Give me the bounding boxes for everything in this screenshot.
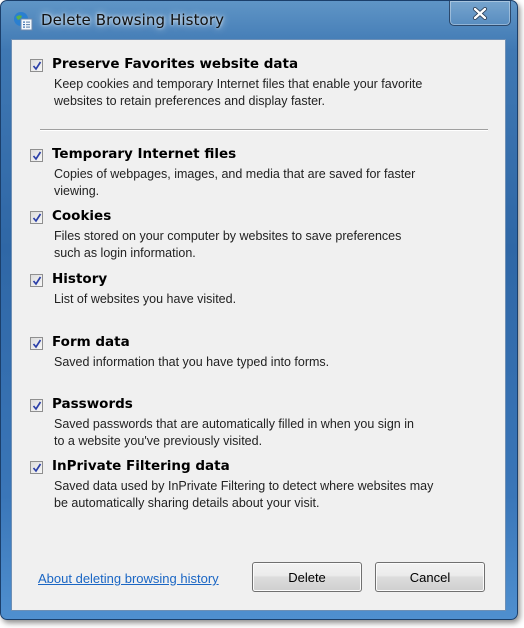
form-data-description: Saved information that you have typed in… xyxy=(54,354,484,371)
close-icon xyxy=(472,6,488,20)
preserve-favorites-description: Keep cookies and temporary Internet file… xyxy=(54,76,484,110)
passwords-label[interactable]: Passwords xyxy=(52,396,133,412)
title-bar[interactable]: Delete Browsing History xyxy=(1,1,517,39)
checkmark-icon xyxy=(32,463,42,473)
description-line: be automatically sharing details about y… xyxy=(54,496,320,510)
inprivate-filtering-data-description: Saved data used by InPrivate Filtering t… xyxy=(54,478,484,512)
separator xyxy=(40,129,488,131)
description-line: Keep cookies and temporary Internet file… xyxy=(54,77,423,91)
form-data-label[interactable]: Form data xyxy=(52,334,130,350)
temporary-internet-files-checkbox[interactable] xyxy=(30,149,43,162)
description-line: to a website you've previously visited. xyxy=(54,434,263,448)
checkmark-icon xyxy=(32,151,42,161)
passwords-description: Saved passwords that are automatically f… xyxy=(54,416,484,450)
checkmark-icon xyxy=(32,276,42,286)
checkmark-icon xyxy=(32,339,42,349)
history-label[interactable]: History xyxy=(52,271,107,287)
cookies-description: Files stored on your computer by website… xyxy=(54,228,484,262)
close-button[interactable] xyxy=(449,1,511,26)
window-title: Delete Browsing History xyxy=(41,11,225,29)
description-line: List of websites you have visited. xyxy=(54,292,237,306)
checkmark-icon xyxy=(32,401,42,411)
delete-button[interactable]: Delete xyxy=(252,562,362,592)
cookies-label[interactable]: Cookies xyxy=(52,208,111,224)
temporary-internet-files-label[interactable]: Temporary Internet files xyxy=(52,146,236,162)
about-deleting-history-link[interactable]: About deleting browsing history xyxy=(38,571,219,586)
cancel-button[interactable]: Cancel xyxy=(375,562,485,592)
inprivate-filtering-data-label[interactable]: InPrivate Filtering data xyxy=(52,458,230,474)
preserve-favorites-label[interactable]: Preserve Favorites website data xyxy=(52,56,298,72)
ie-delete-history-icon xyxy=(13,11,33,31)
checkmark-icon xyxy=(32,213,42,223)
temporary-internet-files-description: Copies of webpages, images, and media th… xyxy=(54,166,484,200)
description-line: Files stored on your computer by website… xyxy=(54,229,402,243)
delete-browsing-history-dialog: Delete Browsing History Preserve Favorit… xyxy=(0,0,518,620)
history-checkbox[interactable] xyxy=(30,274,43,287)
description-line: Copies of webpages, images, and media th… xyxy=(54,167,416,181)
preserve-favorites-checkbox[interactable] xyxy=(30,59,43,72)
cookies-checkbox[interactable] xyxy=(30,211,43,224)
checkmark-icon xyxy=(32,61,42,71)
description-line: websites to retain preferences and displ… xyxy=(54,94,325,108)
inprivate-filtering-data-checkbox[interactable] xyxy=(30,461,43,474)
description-line: Saved data used by InPrivate Filtering t… xyxy=(54,479,434,493)
description-line: Saved information that you have typed in… xyxy=(54,355,330,369)
passwords-checkbox[interactable] xyxy=(30,399,43,412)
description-line: such as login information. xyxy=(54,246,196,260)
form-data-checkbox[interactable] xyxy=(30,337,43,350)
description-line: viewing. xyxy=(54,184,100,198)
history-description: List of websites you have visited. xyxy=(54,291,484,308)
dialog-body: Preserve Favorites website data Keep cook… xyxy=(11,39,506,611)
description-line: Saved passwords that are automatically f… xyxy=(54,417,414,431)
